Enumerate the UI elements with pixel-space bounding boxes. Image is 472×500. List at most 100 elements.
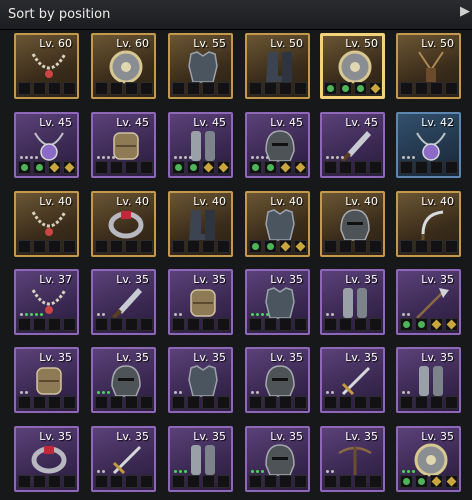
amulet-icon bbox=[22, 126, 75, 166]
upgrade-pip bbox=[102, 313, 105, 316]
empty-socket bbox=[110, 82, 123, 95]
empty-socket bbox=[354, 475, 367, 488]
inventory-item-tile[interactable]: Lv. 45 bbox=[14, 112, 79, 178]
upgrade-pip bbox=[266, 156, 269, 159]
socket-gem-icon bbox=[369, 82, 382, 95]
socket-gem-icon bbox=[249, 240, 262, 253]
upgrade-pip bbox=[107, 156, 110, 159]
empty-socket bbox=[339, 161, 352, 174]
empty-socket bbox=[187, 318, 200, 331]
upgrade-pip bbox=[256, 313, 259, 316]
inventory-item-tile[interactable]: Lv. 50 bbox=[396, 33, 461, 99]
upgrade-pips bbox=[402, 470, 415, 473]
empty-socket bbox=[294, 396, 307, 409]
socket-gem-icon bbox=[187, 161, 200, 174]
empty-socket bbox=[95, 161, 108, 174]
inventory-item-tile[interactable]: Lv. 35 bbox=[245, 269, 310, 335]
upgrade-pip bbox=[179, 470, 182, 473]
inventory-item-tile[interactable]: Lv. 35 bbox=[320, 347, 385, 413]
empty-socket bbox=[202, 475, 215, 488]
upgrade-pip bbox=[402, 313, 405, 316]
upgrade-pip bbox=[402, 156, 405, 159]
inventory-item-tile[interactable]: Lv. 35 bbox=[168, 269, 233, 335]
upgrade-pips bbox=[251, 156, 269, 159]
inventory-item-tile[interactable]: Lv. 42 bbox=[396, 112, 461, 178]
round-shield-icon bbox=[99, 47, 152, 87]
inventory-item-tile[interactable]: Lv. 60 bbox=[14, 33, 79, 99]
inventory-item-tile[interactable]: Lv. 35 bbox=[91, 426, 156, 492]
sort-by-position-button[interactable]: Sort by position bbox=[8, 7, 110, 22]
upgrade-pips bbox=[97, 391, 110, 394]
empty-socket bbox=[279, 82, 292, 95]
socket-row bbox=[18, 240, 76, 253]
round-shield-icon bbox=[404, 440, 457, 480]
empty-socket bbox=[125, 240, 138, 253]
inventory-item-tile[interactable]: Lv. 35 bbox=[14, 426, 79, 492]
inventory-item-tile[interactable]: Lv. 40 bbox=[245, 191, 310, 257]
empty-socket bbox=[217, 82, 230, 95]
inventory-item-tile[interactable]: Lv. 45 bbox=[168, 112, 233, 178]
empty-socket bbox=[324, 475, 337, 488]
inventory-item-tile[interactable]: Lv. 35 bbox=[245, 347, 310, 413]
upgrade-pip bbox=[402, 391, 405, 394]
empty-socket bbox=[172, 82, 185, 95]
upgrade-pip bbox=[189, 156, 192, 159]
inventory-item-tile[interactable]: Lv. 37 bbox=[14, 269, 79, 335]
socket-row bbox=[400, 318, 458, 331]
upgrade-pip bbox=[336, 156, 339, 159]
inventory-item-tile[interactable]: Lv. 35 bbox=[168, 347, 233, 413]
empty-socket bbox=[202, 240, 215, 253]
upgrade-pip bbox=[179, 156, 182, 159]
empty-socket bbox=[415, 161, 428, 174]
empty-socket bbox=[95, 396, 108, 409]
upgrade-pips bbox=[20, 313, 43, 316]
socket-row bbox=[95, 240, 153, 253]
empty-socket bbox=[63, 318, 76, 331]
inventory-item-tile[interactable]: Lv. 40 bbox=[91, 191, 156, 257]
inventory-item-tile[interactable]: Lv. 35 bbox=[168, 426, 233, 492]
inventory-item-tile[interactable]: Lv. 50 bbox=[245, 33, 310, 99]
inventory-item-tile[interactable]: Lv. 35 bbox=[91, 269, 156, 335]
inventory-item-tile[interactable]: Lv. 45 bbox=[320, 112, 385, 178]
inventory-item-tile[interactable]: Lv. 35 bbox=[396, 426, 461, 492]
upgrade-pips bbox=[251, 391, 259, 394]
socket-row bbox=[324, 240, 382, 253]
empty-socket bbox=[33, 318, 46, 331]
upgrade-pip bbox=[326, 313, 329, 316]
upgrade-pips bbox=[326, 470, 334, 473]
inventory-item-tile[interactable]: Lv. 50 bbox=[320, 33, 385, 99]
empty-socket bbox=[249, 475, 262, 488]
scroll-right-icon[interactable]: ▶ bbox=[460, 4, 470, 19]
empty-socket bbox=[33, 240, 46, 253]
inventory-item-tile[interactable]: Lv. 55 bbox=[168, 33, 233, 99]
empty-socket bbox=[18, 318, 31, 331]
inventory-item-tile[interactable]: Lv. 35 bbox=[14, 347, 79, 413]
inventory-item-tile[interactable]: Lv. 35 bbox=[245, 426, 310, 492]
socket-row bbox=[400, 161, 458, 174]
boots-icon bbox=[176, 205, 229, 245]
inventory-item-tile[interactable]: Lv. 45 bbox=[245, 112, 310, 178]
inventory-item-tile[interactable]: Lv. 35 bbox=[396, 269, 461, 335]
inventory-item-tile[interactable]: Lv. 40 bbox=[14, 191, 79, 257]
socket-row bbox=[172, 475, 230, 488]
inventory-item-tile[interactable]: Lv. 40 bbox=[396, 191, 461, 257]
socket-row bbox=[95, 318, 153, 331]
spear-icon bbox=[404, 283, 457, 323]
inventory-item-tile[interactable]: Lv. 35 bbox=[320, 426, 385, 492]
socket-row bbox=[95, 396, 153, 409]
upgrade-pips bbox=[174, 391, 182, 394]
empty-socket bbox=[339, 396, 352, 409]
chest-armor-icon bbox=[253, 283, 306, 323]
inventory-item-tile[interactable]: Lv. 45 bbox=[91, 112, 156, 178]
inventory-item-tile[interactable]: Lv. 35 bbox=[91, 347, 156, 413]
upgrade-pip bbox=[97, 313, 100, 316]
empty-socket bbox=[279, 475, 292, 488]
upgrade-pip bbox=[412, 470, 415, 473]
inventory-item-tile[interactable]: Lv. 40 bbox=[320, 191, 385, 257]
socket-gem-icon bbox=[279, 240, 292, 253]
inventory-item-tile[interactable]: Lv. 35 bbox=[320, 269, 385, 335]
inventory-item-tile[interactable]: Lv. 35 bbox=[396, 347, 461, 413]
inventory-item-tile[interactable]: Lv. 60 bbox=[91, 33, 156, 99]
inventory-item-tile[interactable]: Lv. 40 bbox=[168, 191, 233, 257]
upgrade-pip bbox=[326, 391, 329, 394]
